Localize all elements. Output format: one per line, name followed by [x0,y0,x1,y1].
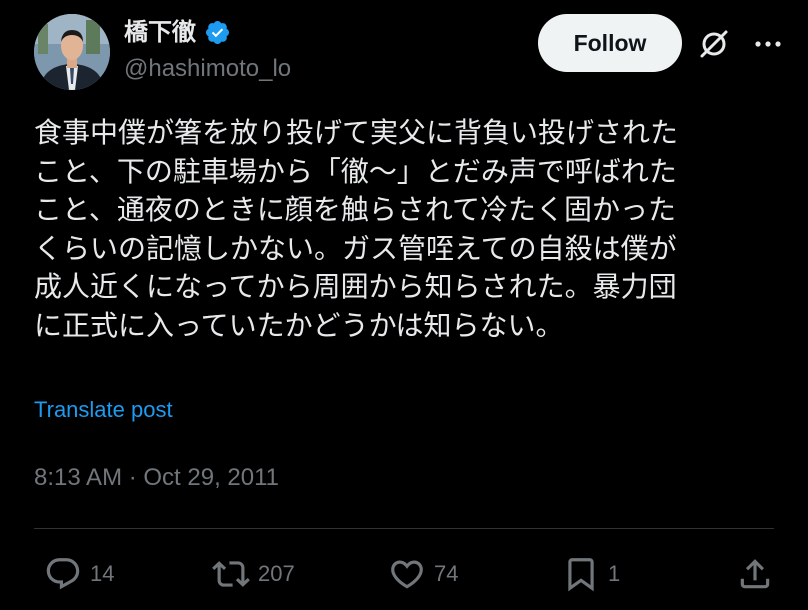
translate-post-link[interactable]: Translate post [34,393,173,427]
tweet-text-line: くらいの記憶しかない。ガス管咥えての自殺は僕が [34,231,677,265]
author-name-row: 橋下徹 [124,14,231,50]
tweet-text-line: こと、下の駐車場から「徹〜」とだみ声で呼ばれた [34,154,677,188]
more-icon[interactable] [752,30,784,58]
divider [34,528,774,529]
bookmark-icon [568,558,594,592]
tweet-text: 食事中僕が箸を放り投げて実父に背負い投げされた こと、下の駐車場から「徹〜」とだ… [34,114,774,345]
retweet-button[interactable]: 207 [212,552,295,596]
tweet-timestamp[interactable]: 8:13 AM · Oct 29, 2011 [34,460,279,496]
like-count: 74 [434,561,459,586]
grok-icon[interactable] [697,27,731,61]
like-button[interactable]: 74 [388,552,458,596]
share-button[interactable] [736,552,774,596]
tweet-text-line: こと、通夜のときに顔を触らされて冷たく固かった [34,193,677,226]
tweet-text-line: 成人近くになってから周囲から知らされた。暴力団 [34,270,677,303]
tweet-card: 橋下徹 @hashimoto_lo Follow 食事中僕が箸を放り投げて実父に… [0,0,808,610]
retweet-count: 207 [258,561,295,586]
follow-button[interactable]: Follow [538,14,682,72]
author-display-name[interactable]: 橋下徹 [124,14,196,50]
reply-icon [46,558,80,590]
retweet-icon [212,561,250,587]
tweet-text-line: 食事中僕が箸を放り投げて実父に背負い投げされた [34,116,679,149]
heart-icon [391,560,423,589]
avatar[interactable] [34,14,110,90]
reply-count: 14 [90,561,115,586]
avatar-photo [34,14,110,90]
author-handle[interactable]: @hashimoto_lo [124,52,291,86]
tweet-text-line: に正式に入っていたかどうかは知らない。 [34,308,564,342]
share-icon [740,559,770,589]
reply-button[interactable]: 14 [44,552,114,596]
verified-badge-icon[interactable] [204,19,231,46]
bookmark-button[interactable]: 1 [562,552,620,596]
bookmark-count: 1 [608,561,621,586]
